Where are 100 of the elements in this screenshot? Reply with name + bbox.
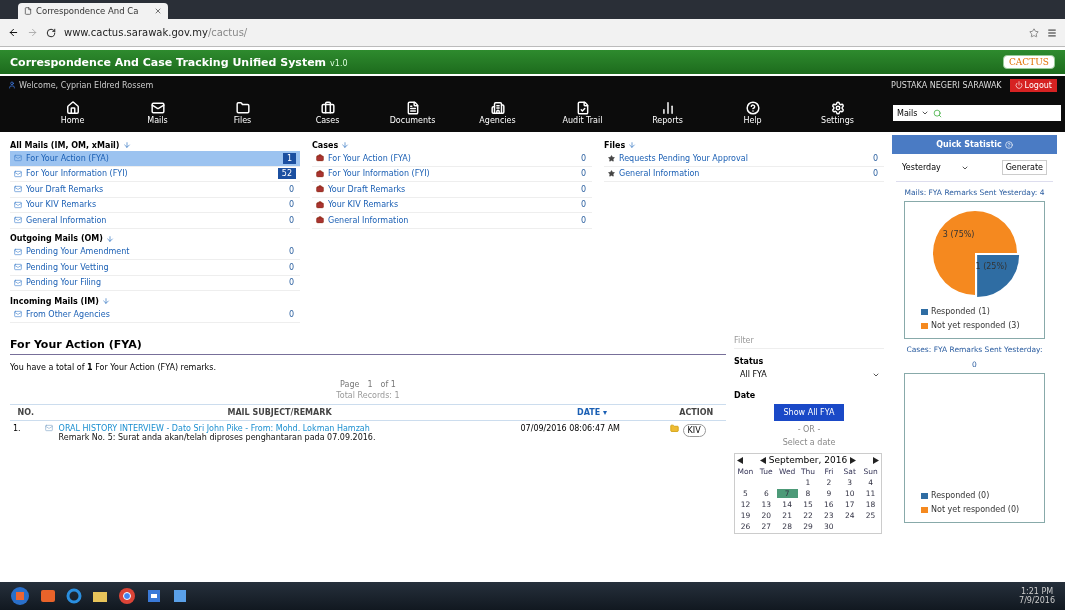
list-item[interactable]: Your KIV Remarks 0 — [10, 197, 300, 213]
app-title: Correspondence And Case Tracking Unified System v1.0 — [10, 55, 348, 69]
start-button[interactable] — [10, 586, 30, 606]
next-month-icon[interactable] — [849, 456, 857, 464]
field-label: Date — [734, 391, 757, 400]
legend-count: (3) — [1008, 321, 1020, 330]
nav-item[interactable]: Documents — [370, 101, 455, 125]
section-title: Files — [604, 139, 884, 151]
legend-label: Not yet responded (0) — [931, 505, 1020, 514]
column-header[interactable]: DATE ▾ — [517, 404, 667, 421]
list-item[interactable]: Your KIV Remarks 0 — [312, 197, 592, 213]
help-icon — [745, 101, 760, 115]
page-icon — [24, 7, 32, 15]
show-all-button[interactable]: Show All FYA — [773, 404, 845, 421]
list-item[interactable]: For Your Information (FYI) 52 — [10, 166, 300, 182]
media-player-icon[interactable] — [40, 588, 56, 604]
envelope-icon — [14, 247, 22, 256]
nav-item[interactable]: Home — [30, 101, 115, 125]
checked-document-icon — [575, 101, 590, 115]
logout-button[interactable]: Logout — [1009, 78, 1057, 92]
section-title: Incoming Mails (IM) — [10, 295, 300, 307]
user-icon — [8, 81, 16, 89]
briefcase-icon — [316, 200, 324, 209]
briefcase-icon — [316, 216, 324, 225]
generate-button[interactable]: Generate — [1001, 160, 1047, 175]
help-icon[interactable] — [1004, 140, 1013, 149]
period-dropdown[interactable]: Yesterday — [902, 163, 969, 172]
status-dropdown[interactable]: All FYA — [734, 366, 884, 383]
filter-label: Filter — [734, 336, 884, 349]
browser-tab[interactable]: Correspondence And Ca — [18, 3, 168, 19]
nav-item[interactable]: Settings — [795, 101, 880, 125]
list-item[interactable]: General Information 0 — [604, 166, 884, 182]
bookmark-icon[interactable] — [1029, 27, 1039, 38]
browser-icon[interactable] — [66, 588, 82, 604]
list-item[interactable]: From Other Agencies 0 — [10, 307, 300, 323]
list-item[interactable]: Pending Your Vetting 0 — [10, 260, 300, 276]
section-title: Outgoing Mails (OM) — [10, 232, 300, 245]
nav-item[interactable]: Reports — [625, 101, 710, 125]
list-item[interactable]: For Your Information (FYI) 0 — [312, 166, 592, 182]
search-field[interactable]: Mails — [893, 105, 1061, 121]
nav-item[interactable]: Help — [710, 101, 795, 125]
list-item[interactable]: For Your Action (FYA) 1 — [10, 151, 300, 167]
list-item[interactable]: Pending Your Filing 0 — [10, 275, 300, 291]
nav-item[interactable]: Cases — [285, 101, 370, 125]
table-cell: 1. — [10, 420, 42, 445]
field-label: Status — [734, 357, 765, 366]
nav-item[interactable]: Audit Trail — [540, 101, 625, 125]
panel-title: Quick Statistic — [892, 135, 1057, 154]
list-item[interactable]: Pending Your Amendment 0 — [10, 244, 300, 260]
legend-swatch — [921, 308, 928, 315]
caret-icon — [921, 109, 930, 117]
next-year-icon[interactable] — [872, 456, 879, 464]
column-header: ACTION — [666, 404, 726, 421]
kiv-button[interactable]: KIV — [682, 424, 706, 437]
organization-name: PUSTAKA NEGERI SARAWAK — [891, 80, 1002, 90]
hint-text: Select a date — [781, 438, 837, 447]
envelope-icon — [14, 185, 22, 194]
clock-date: 7/9/2016 — [1019, 596, 1055, 605]
menu-icon[interactable] — [1047, 27, 1057, 38]
app-logo: CACTUS — [1002, 55, 1055, 69]
slice-label: 1 (25%) — [975, 262, 1007, 272]
envelope-icon — [14, 310, 22, 319]
legend-label: Responded — [931, 307, 976, 316]
app-window-icon[interactable] — [146, 588, 162, 604]
legend-label: Not yet responded — [931, 321, 1006, 330]
list-item[interactable]: Your Draft Remarks 0 — [312, 182, 592, 198]
remark-text: Remark No. 5: Surat anda akan/telah diproses penghantaran pada 07.09.2016. — [58, 433, 376, 442]
app-window-icon[interactable] — [172, 588, 188, 604]
search-icon — [933, 108, 943, 118]
nav-item[interactable]: Files — [200, 101, 285, 125]
list-item[interactable]: Requests Pending Your Approval 0 — [604, 151, 884, 167]
list-item[interactable]: General Information 0 — [10, 213, 300, 229]
briefcase-icon — [316, 154, 324, 163]
list-item[interactable]: Your Draft Remarks 0 — [10, 182, 300, 198]
column-header: NO. — [10, 404, 42, 421]
legend-count: (1) — [978, 307, 990, 316]
welcome-text: Welcome, Cyprian Eldred Rossem — [19, 80, 154, 90]
nav-item[interactable]: Mails — [115, 101, 200, 125]
settings-icon — [830, 101, 845, 115]
slice-label: 3 (75%) — [942, 229, 974, 239]
back-icon[interactable] — [8, 27, 19, 38]
previous-year-icon[interactable] — [737, 456, 744, 464]
envelope-icon — [44, 424, 53, 432]
total-records: Total Records: 1 — [335, 391, 401, 400]
legend-swatch — [921, 322, 928, 329]
envelope-icon — [14, 216, 22, 225]
home-icon — [65, 101, 80, 115]
calendar-month: September, 2016 — [768, 455, 848, 465]
clock-time: 1:21 PM — [1019, 587, 1055, 596]
list-item[interactable]: General Information 0 — [312, 213, 592, 229]
document-icon — [405, 101, 420, 115]
summary-text: You have a total of 1 For Your Action (FYA) remarks. — [10, 363, 217, 372]
envelope-icon — [14, 154, 22, 163]
previous-month-icon[interactable] — [759, 456, 767, 464]
close-icon[interactable] — [154, 7, 162, 15]
nav-item[interactable]: Agencies — [455, 101, 540, 125]
envelope-icon — [14, 200, 22, 209]
mail-subject-link[interactable]: ORAL HISTORY INTERVIEW - Dato Sri John Pike - From: Mohd. Lokman Hamzah — [58, 424, 376, 433]
reload-icon[interactable] — [46, 27, 56, 38]
list-item[interactable]: For Your Action (FYA) 0 — [312, 151, 592, 167]
